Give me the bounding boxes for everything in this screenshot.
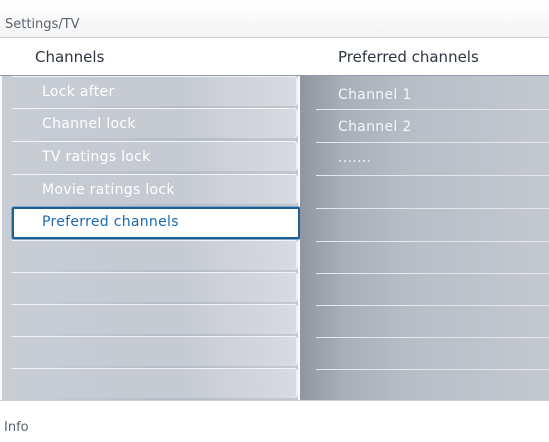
info-bar: Info: [0, 400, 549, 442]
row-divider: [316, 241, 549, 242]
list-item[interactable]: Channel 1: [338, 87, 412, 103]
right-column-title: Preferred channels: [338, 48, 479, 66]
list-item[interactable]: Channel 2: [338, 119, 412, 135]
row-divider: [316, 175, 549, 176]
row-divider: [316, 142, 549, 143]
menu-item-channel-lock[interactable]: Channel lock: [12, 108, 298, 138]
menu-item-label: Preferred channels: [42, 214, 179, 230]
row-divider: [316, 305, 549, 306]
row-divider: [316, 369, 549, 370]
row-divider: [316, 208, 549, 209]
menu-item-empty: [12, 368, 298, 398]
menu-item-empty: [12, 336, 298, 366]
menu-item-label: TV ratings lock: [42, 149, 151, 165]
channels-menu: Lock after Channel lock TV ratings lock …: [2, 76, 300, 400]
column-header-row: Channels Preferred channels: [0, 38, 549, 76]
menu-item-preferred-channels[interactable]: Preferred channels: [12, 207, 300, 239]
row-divider: [316, 109, 549, 110]
menu-item-movie-ratings-lock[interactable]: Movie ratings lock: [12, 174, 298, 204]
menu-item-label: Lock after: [42, 84, 115, 100]
menu-item-lock-after[interactable]: Lock after: [12, 76, 298, 106]
breadcrumb: Settings/TV: [0, 0, 549, 38]
list-item[interactable]: .......: [338, 150, 371, 166]
menu-item-empty: [12, 272, 298, 302]
info-label: Info: [4, 420, 29, 435]
menu-item-label: Channel lock: [42, 116, 136, 132]
menu-item-label: Movie ratings lock: [42, 182, 175, 198]
menu-item-tv-ratings-lock[interactable]: TV ratings lock: [12, 141, 298, 171]
menu-item-empty: [12, 240, 298, 270]
preferred-channels-list: Channel 1 Channel 2 .......: [300, 76, 549, 400]
menu-item-empty: [12, 304, 298, 334]
row-divider: [316, 337, 549, 338]
left-column-title: Channels: [35, 48, 105, 66]
tv-settings-screen: Settings/TV Channels Preferred channels …: [0, 0, 549, 442]
row-divider: [316, 273, 549, 274]
